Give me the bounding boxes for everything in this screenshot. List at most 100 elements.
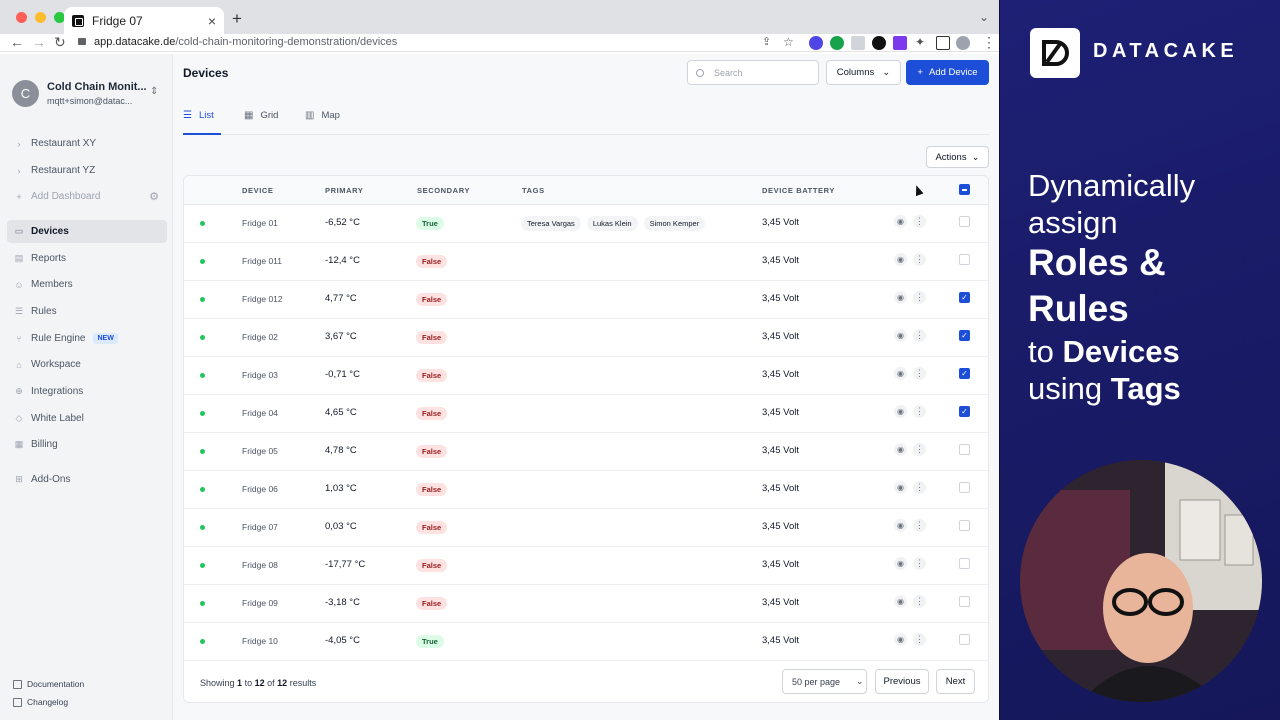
table-row[interactable]: Fridge 02 3,67 °C False 3,45 Volt ◉ ⋮ ✓	[184, 319, 988, 357]
row-checkbox[interactable]	[959, 482, 970, 493]
next-page-button[interactable]: Next	[936, 669, 975, 694]
view-eye-icon[interactable]: ◉	[894, 215, 907, 228]
bookmark-star-icon[interactable]: ☆	[783, 34, 794, 52]
more-options-icon[interactable]: ⋮	[913, 595, 926, 608]
view-eye-icon[interactable]: ◉	[894, 519, 907, 532]
reload-icon[interactable]: ↻	[54, 34, 66, 52]
grammarly-icon[interactable]	[830, 36, 844, 50]
account-switcher[interactable]: C Cold Chain Monit... mqtt+simon@datac..…	[12, 80, 162, 110]
sidebar-item-add-ons[interactable]: ⊞ Add-Ons	[7, 468, 167, 491]
row-checkbox[interactable]: ✓	[959, 406, 970, 417]
more-options-icon[interactable]: ⋮	[913, 481, 926, 494]
column-header-tags[interactable]: TAGS	[522, 186, 545, 195]
more-options-icon[interactable]: ⋮	[913, 367, 926, 380]
sidebar-item-devices[interactable]: ▭ Devices	[7, 220, 167, 243]
table-row[interactable]: Fridge 011 -12,4 °C False 3,45 Volt ◉ ⋮	[184, 243, 988, 281]
more-options-icon[interactable]: ⋮	[913, 329, 926, 342]
gear-icon[interactable]: ⚙	[149, 190, 159, 203]
column-header-device-battery[interactable]: DEVICE BATTERY	[762, 186, 835, 195]
device-name[interactable]: Fridge 04	[242, 408, 278, 418]
row-checkbox[interactable]	[959, 444, 970, 455]
extension-icon[interactable]	[872, 36, 886, 50]
url-field[interactable]: app.datacake.de/cold-chain-monitoring-de…	[78, 34, 753, 52]
puzzle-icon[interactable]: ✦	[915, 34, 925, 52]
more-options-icon[interactable]: ⋮	[913, 291, 926, 304]
more-options-icon[interactable]: ⋮	[913, 253, 926, 266]
sidebar-item-reports[interactable]: ▤ Reports	[7, 247, 167, 270]
browser-tab[interactable]: Fridge 07 ×	[64, 7, 224, 34]
row-checkbox[interactable]	[959, 216, 970, 227]
close-window-icon[interactable]	[16, 12, 27, 23]
view-eye-icon[interactable]: ◉	[894, 329, 907, 342]
table-row[interactable]: Fridge 08 -17,77 °C False 3,45 Volt ◉ ⋮	[184, 547, 988, 585]
table-row[interactable]: Fridge 03 -0,71 °C False 3,45 Volt ◉ ⋮ ✓	[184, 357, 988, 395]
sidebar-dashboard-restaurant-yz[interactable]: › Restaurant YZ	[7, 159, 167, 182]
device-name[interactable]: Fridge 011	[242, 256, 282, 266]
table-row[interactable]: Fridge 10 -4,05 °C True 3,45 Volt ◉ ⋮	[184, 623, 988, 661]
device-name[interactable]: Fridge 02	[242, 332, 278, 342]
table-row[interactable]: Fridge 05 4,78 °C False 3,45 Volt ◉ ⋮	[184, 433, 988, 471]
tag-chip[interactable]: Teresa Vargas	[521, 216, 581, 231]
table-row[interactable]: Fridge 012 4,77 °C False 3,45 Volt ◉ ⋮ ✓	[184, 281, 988, 319]
column-header-primary[interactable]: PRIMARY	[325, 186, 364, 195]
tab-search-chevron-icon[interactable]: ⌄	[979, 10, 989, 24]
device-name[interactable]: Fridge 09	[242, 598, 278, 608]
search-input[interactable]: Search	[687, 60, 819, 85]
columns-button[interactable]: Columns ⌄	[826, 60, 901, 85]
actions-button[interactable]: Actions ⌄	[926, 146, 989, 168]
row-checkbox[interactable]	[959, 520, 970, 531]
view-eye-icon[interactable]: ◉	[894, 253, 907, 266]
table-row[interactable]: Fridge 09 -3,18 °C False 3,45 Volt ◉ ⋮	[184, 585, 988, 623]
new-tab-icon[interactable]: +	[232, 9, 242, 29]
per-page-select[interactable]: 50 per page ⌄	[782, 669, 867, 694]
row-checkbox[interactable]: ✓	[959, 292, 970, 303]
mail-extension-icon[interactable]	[851, 36, 865, 50]
sidebar-item-workspace[interactable]: ⌂ Workspace	[7, 353, 167, 376]
device-name[interactable]: Fridge 10	[242, 636, 278, 646]
table-row[interactable]: Fridge 01 -6,52 °C True Teresa Vargas Lukas …	[184, 205, 988, 243]
more-options-icon[interactable]: ⋮	[913, 215, 926, 228]
tag-chip[interactable]: Lukas Klein	[586, 216, 638, 231]
sidebar-dashboard-restaurant-xy[interactable]: › Restaurant XY	[7, 132, 167, 155]
device-name[interactable]: Fridge 08	[242, 560, 278, 570]
forward-icon[interactable]: →	[32, 34, 46, 52]
previous-page-button[interactable]: Previous	[875, 669, 929, 694]
back-icon[interactable]: ←	[10, 34, 24, 52]
device-name[interactable]: Fridge 03	[242, 370, 278, 380]
sidebar-item-members[interactable]: ☺ Members	[7, 273, 167, 296]
row-checkbox[interactable]: ✓	[959, 368, 970, 379]
device-name[interactable]: Fridge 012	[242, 294, 283, 304]
share-icon[interactable]: ⇪	[762, 34, 771, 52]
device-name[interactable]: Fridge 07	[242, 522, 278, 532]
row-checkbox[interactable]	[959, 596, 970, 607]
table-row[interactable]: Fridge 04 4,65 °C False 3,45 Volt ◉ ⋮ ✓	[184, 395, 988, 433]
view-eye-icon[interactable]: ◉	[894, 557, 907, 570]
view-eye-icon[interactable]: ◉	[894, 443, 907, 456]
sidebar-item-rules[interactable]: ☰ Rules	[7, 300, 167, 323]
sidebar-item-billing[interactable]: ▦ Billing	[7, 433, 167, 456]
close-tab-icon[interactable]: ×	[208, 13, 216, 29]
tab-list[interactable]: ☰ List	[183, 106, 221, 135]
more-options-icon[interactable]: ⋮	[913, 633, 926, 646]
documentation-link[interactable]: Documentation	[13, 679, 84, 689]
row-checkbox[interactable]	[959, 634, 970, 645]
device-name[interactable]: Fridge 05	[242, 446, 278, 456]
more-options-icon[interactable]: ⋮	[913, 443, 926, 456]
extension-icon[interactable]	[809, 36, 823, 50]
row-checkbox[interactable]	[959, 558, 970, 569]
column-header-secondary[interactable]: SECONDARY	[417, 186, 470, 195]
sidebar-item-white-label[interactable]: ◇ White Label	[7, 407, 167, 430]
more-options-icon[interactable]: ⋮	[913, 405, 926, 418]
view-eye-icon[interactable]: ◉	[894, 595, 907, 608]
sidebar-item-integrations[interactable]: ⊕ Integrations	[7, 380, 167, 403]
device-name[interactable]: Fridge 06	[242, 484, 278, 494]
profile-avatar-icon[interactable]	[956, 36, 970, 50]
view-eye-icon[interactable]: ◉	[894, 481, 907, 494]
view-eye-icon[interactable]: ◉	[894, 291, 907, 304]
tab-map[interactable]: ▥ Map	[305, 106, 340, 135]
device-name[interactable]: Fridge 01	[242, 218, 278, 228]
more-options-icon[interactable]: ⋮	[913, 557, 926, 570]
tab-grid[interactable]: ▦ Grid	[244, 106, 278, 135]
select-all-checkbox[interactable]	[959, 184, 970, 195]
row-checkbox[interactable]	[959, 254, 970, 265]
